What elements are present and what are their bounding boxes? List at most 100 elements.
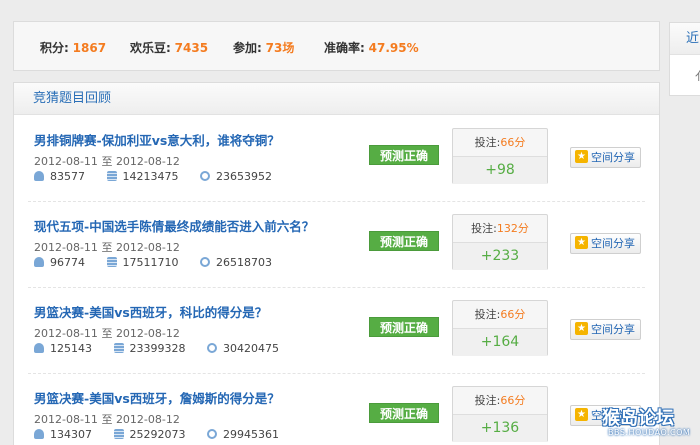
- pie-icon: [200, 171, 210, 181]
- bet-box: 投注:66分 +164: [452, 300, 548, 356]
- stat-joined: 参加: 73场: [233, 39, 294, 56]
- share-label: 空间分享: [591, 237, 635, 250]
- bet-amount: 66分: [500, 394, 526, 407]
- bet-label: 投注:: [474, 394, 501, 407]
- bet-box: 投注:66分 +98: [452, 128, 548, 184]
- bet-label: 投注:: [474, 136, 501, 149]
- side-panel-text: 亻: [670, 67, 700, 84]
- end-date: 2012-08-12: [115, 413, 180, 426]
- start-date: 2012-08-11: [34, 155, 98, 168]
- stat-beans-value: 7435: [174, 41, 209, 55]
- bet-label: 投注:: [474, 308, 501, 321]
- star-icon: ★: [575, 322, 588, 335]
- coins-stack-icon: [106, 257, 117, 267]
- end-date: 2012-08-12: [115, 155, 180, 168]
- pie-icon: [200, 257, 210, 267]
- star-icon: ★: [575, 408, 588, 421]
- bet-box: 投注:66分 +136: [452, 386, 548, 442]
- bet-label: 投注:: [471, 222, 497, 235]
- quiz-title-link[interactable]: 现代五项-中国选手陈倩最终成绩能否进入前六名？: [34, 216, 314, 235]
- pie-icon: [207, 429, 217, 439]
- result-badge: 预测正确: [369, 403, 439, 423]
- date-separator: 至: [101, 413, 113, 426]
- payout-count: 30420475: [223, 342, 279, 355]
- side-panel-title[interactable]: 近: [670, 23, 700, 55]
- stat-points-label: 积分:: [40, 41, 69, 55]
- quiz-item: 现代五项-中国选手陈倩最终成绩能否进入前六名？ 2012-08-11 至 201…: [14, 202, 659, 288]
- stat-joined-label: 参加:: [233, 41, 262, 55]
- star-icon: ★: [575, 236, 588, 249]
- stat-accuracy-value: 47.95%: [368, 41, 419, 55]
- quiz-title-link[interactable]: 男篮决赛-美国vs西班牙，詹姆斯的得分是？: [34, 388, 280, 407]
- star-icon: ★: [575, 150, 588, 163]
- coins-stack-icon: [113, 343, 124, 353]
- gain-amount: +233: [453, 243, 547, 270]
- total-bet-count: 23399328: [129, 342, 186, 355]
- end-date: 2012-08-12: [115, 241, 180, 254]
- quiz-dates: 2012-08-11 至 2012-08-12: [34, 239, 180, 255]
- participants-count: 96774: [50, 256, 85, 269]
- quiz-item: 男篮决赛-美国vs西班牙，詹姆斯的得分是？ 2012-08-11 至 2012-…: [14, 374, 659, 445]
- date-separator: 至: [101, 241, 113, 254]
- share-button[interactable]: ★ 空间分享: [570, 319, 641, 340]
- stat-points: 积分: 1867: [40, 39, 106, 56]
- pie-icon: [207, 343, 217, 353]
- share-label: 空间分享: [591, 323, 635, 336]
- participants-count: 83577: [50, 170, 85, 183]
- forum-watermark-logo: 猴岛论坛 BBS.HOUDAO.COM: [602, 404, 698, 444]
- coins-stack-icon: [106, 171, 117, 181]
- watermark-title: 猴岛论坛: [602, 408, 674, 429]
- start-date: 2012-08-11: [34, 413, 98, 426]
- quiz-dates: 2012-08-11 至 2012-08-12: [34, 411, 180, 427]
- gain-amount: +98: [453, 157, 547, 184]
- bet-box: 投注:132分 +233: [452, 214, 548, 270]
- gain-amount: +164: [453, 329, 547, 356]
- total-bet-count: 17511710: [122, 256, 179, 269]
- quiz-metrics: 96774 17511710 26518703: [34, 256, 290, 269]
- quiz-metrics: 83577 14213475 23653952: [34, 170, 290, 183]
- payout-count: 23653952: [216, 170, 272, 183]
- gain-amount: +136: [453, 415, 547, 442]
- quiz-title-link[interactable]: 男篮决赛-美国vs西班牙，科比的得分是？: [34, 302, 267, 321]
- participants-count: 125143: [50, 342, 92, 355]
- quiz-item: 男篮决赛-美国vs西班牙，科比的得分是？ 2012-08-11 至 2012-0…: [14, 288, 659, 374]
- result-badge: 预测正确: [369, 317, 439, 337]
- quiz-dates: 2012-08-11 至 2012-08-12: [34, 153, 180, 169]
- quiz-item: 男排铜牌赛-保加利亚vs意大利，谁将夺铜？ 2012-08-11 至 2012-…: [14, 116, 659, 202]
- payout-count: 29945361: [223, 428, 279, 441]
- result-badge: 预测正确: [369, 231, 439, 251]
- start-date: 2012-08-11: [34, 241, 98, 254]
- share-button[interactable]: ★ 空间分享: [570, 233, 641, 254]
- quiz-title-link[interactable]: 男排铜牌赛-保加利亚vs意大利，谁将夺铜？: [34, 130, 280, 149]
- date-separator: 至: [101, 155, 113, 168]
- share-label: 空间分享: [591, 151, 635, 164]
- quiz-metrics: 125143 23399328 30420475: [34, 342, 297, 355]
- total-bet-count: 14213475: [122, 170, 179, 183]
- stat-accuracy-label: 准确率:: [324, 41, 365, 55]
- coins-stack-icon: [113, 429, 124, 439]
- total-bet-count: 25292073: [129, 428, 186, 441]
- bet-amount: 132分: [496, 222, 529, 235]
- date-separator: 至: [101, 327, 113, 340]
- start-date: 2012-08-11: [34, 327, 98, 340]
- stats-panel: 积分: 1867 欢乐豆: 7435 参加: 73场 准确率: 47.95%: [13, 21, 660, 71]
- stat-points-value: 1867: [72, 41, 107, 55]
- stat-beans: 欢乐豆: 7435: [130, 39, 208, 56]
- user-icon: [34, 343, 44, 353]
- bet-amount: 66分: [500, 308, 526, 321]
- payout-count: 26518703: [216, 256, 272, 269]
- stat-beans-label: 欢乐豆:: [130, 41, 171, 55]
- quiz-review-panel: 竞猜题目回顾 男排铜牌赛-保加利亚vs意大利，谁将夺铜？ 2012-08-11 …: [13, 82, 660, 445]
- stat-accuracy: 准确率: 47.95%: [324, 39, 419, 56]
- share-button[interactable]: ★ 空间分享: [570, 147, 641, 168]
- bet-amount: 66分: [500, 136, 526, 149]
- panel-title: 竞猜题目回顾: [14, 83, 659, 115]
- quiz-dates: 2012-08-11 至 2012-08-12: [34, 325, 180, 341]
- user-icon: [34, 257, 44, 267]
- watermark-url: BBS.HOUDAO.COM: [608, 428, 691, 437]
- participants-count: 134307: [50, 428, 92, 441]
- end-date: 2012-08-12: [115, 327, 180, 340]
- side-panel: 近 亻: [669, 22, 700, 96]
- user-icon: [34, 171, 44, 181]
- stat-joined-value: 73场: [265, 41, 295, 55]
